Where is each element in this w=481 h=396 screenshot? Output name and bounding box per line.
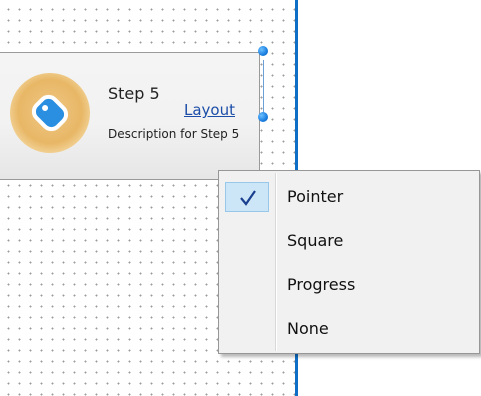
menu-item-square[interactable]: Square (221, 221, 477, 261)
tag-icon (31, 94, 69, 132)
step-title: Step 5 (108, 84, 160, 103)
layout-link[interactable]: Layout (184, 101, 235, 119)
menu-item-label: None (287, 319, 329, 338)
menu-item-label: Square (287, 231, 344, 250)
step-icon-badge (10, 73, 90, 153)
menu-item-pointer[interactable]: Pointer (221, 177, 477, 217)
resize-handle-middle[interactable] (258, 112, 268, 122)
menu-item-label: Progress (287, 275, 356, 294)
checked-indicator (225, 182, 269, 212)
resize-handle-top[interactable] (258, 46, 268, 56)
menu-item-progress[interactable]: Progress (221, 265, 477, 305)
layout-context-menu: Pointer Square Progress None (218, 170, 480, 354)
menu-item-label: Pointer (287, 187, 344, 206)
connector-line (263, 60, 264, 115)
checkmark-icon (240, 190, 256, 206)
menu-item-none[interactable]: None (221, 309, 477, 349)
step-description: Description for Step 5 (108, 127, 240, 141)
